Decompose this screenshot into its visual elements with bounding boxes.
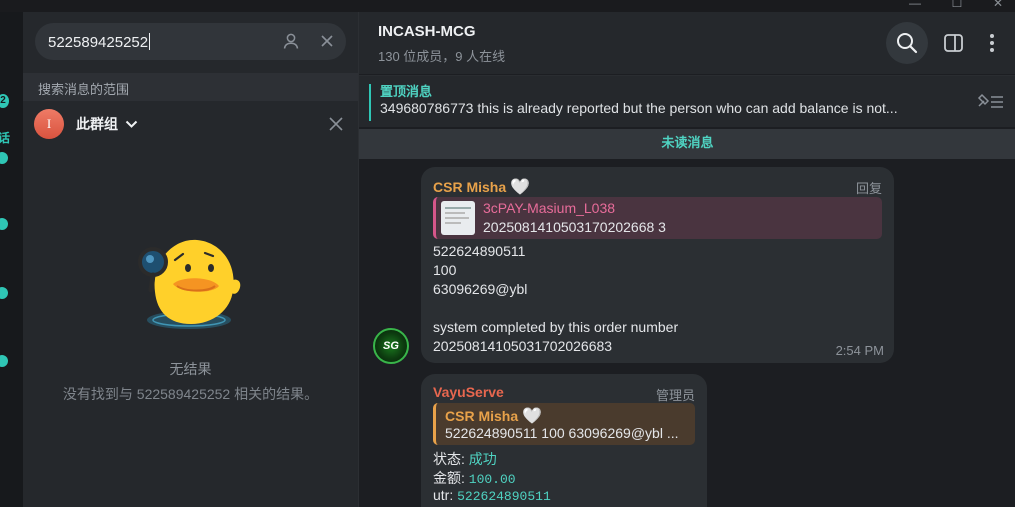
chat-list-strip: 2 话: [0, 12, 23, 507]
more-vertical-icon: [990, 34, 994, 52]
message-bubble[interactable]: CSR Misha 🤍 回复 3cPAY-Masium_L038 2025081…: [421, 167, 894, 363]
message-sender[interactable]: VayuServe: [433, 384, 504, 400]
message-line: 20250814105031702026683: [433, 338, 613, 354]
amount-value[interactable]: 100.00: [469, 472, 516, 487]
chat-badge-2[interactable]: [0, 218, 8, 230]
search-scope-label: 搜索消息的范围: [38, 82, 130, 97]
utr-value[interactable]: 522624890511: [457, 489, 551, 504]
sidebar-icon: [944, 34, 963, 52]
sender-avatar[interactable]: SG: [373, 328, 409, 364]
message-line: 63096269@ybl: [433, 281, 528, 297]
window-titlebar: — ☐ ✕: [0, 0, 1015, 12]
quoted-reply[interactable]: 3cPAY-Masium_L038 2025081410503170202668…: [433, 197, 882, 239]
chat-badge-4[interactable]: [0, 355, 8, 367]
search-icon: [897, 33, 918, 54]
chevron-down-icon: [125, 120, 138, 128]
pinned-title: 置顶消息: [380, 84, 433, 99]
white-heart-icon: 🤍: [510, 179, 530, 196]
unread-divider: 未读消息: [359, 129, 1015, 159]
close-window-button[interactable]: ✕: [983, 0, 1013, 10]
pinned-text: 349680786773 this is already reported bu…: [380, 100, 898, 116]
group-title: INCASH-MCG: [378, 23, 476, 40]
minimize-button[interactable]: —: [900, 0, 930, 10]
quote-sender: CSR Misha: [445, 408, 519, 424]
chat-area: INCASH-MCG 130 位成员，9 人在线 置顶消息 3496807867…: [358, 12, 1015, 507]
pinned-indicator: [369, 84, 371, 121]
group-avatar: I: [34, 109, 64, 139]
active-chat-text[interactable]: 话: [0, 129, 10, 146]
status-label: 状态:: [433, 451, 465, 467]
member-count: 130 位成员，9 人在线: [378, 49, 506, 64]
message-bubble[interactable]: VayuServe 管理员 CSR Misha 🤍 522624890511 1…: [421, 374, 707, 507]
scope-chat-label: 此群组: [76, 116, 118, 132]
admin-label: 管理员: [655, 388, 695, 403]
utr-label: utr:: [433, 487, 454, 503]
quoted-reply[interactable]: CSR Misha 🤍 522624890511 100 63096269@yb…: [433, 403, 695, 445]
search-input[interactable]: 522589425252: [35, 23, 346, 60]
no-results-title: 无结果: [169, 361, 212, 377]
search-button[interactable]: [886, 22, 928, 64]
message-sender: CSR Misha: [433, 179, 507, 195]
user-filter-icon[interactable]: [282, 32, 300, 55]
message-line: 100: [433, 262, 457, 278]
no-results-description: 没有找到与 522589425252 相关的结果。: [62, 386, 319, 402]
clear-search-icon[interactable]: [319, 33, 335, 54]
pinned-list-icon[interactable]: [975, 91, 1005, 116]
chat-badge-3[interactable]: [0, 287, 8, 299]
quote-title: 3cPAY-Masium_L038: [483, 200, 616, 216]
duck-magnifier-icon: [138, 239, 241, 329]
message-line: system completed by this order number: [433, 319, 679, 335]
text-caret: [149, 33, 151, 50]
quote-text: 2025081410503170202668 3: [483, 219, 666, 235]
amount-label: 金额:: [433, 470, 465, 486]
maximize-button[interactable]: ☐: [942, 0, 972, 10]
quote-text: 522624890511 100 63096269@ybl ...: [445, 425, 679, 441]
white-heart-icon: 🤍: [522, 408, 542, 425]
pinned-message[interactable]: 置顶消息 349680786773 this is already report…: [359, 75, 1015, 127]
close-scope-icon[interactable]: [328, 116, 344, 137]
more-menu-button[interactable]: [971, 22, 1013, 64]
search-scope-chat[interactable]: I 此群组: [23, 107, 358, 141]
search-panel: 522589425252 搜索消息的范围 I 此群组 无结果 没有找到与 522…: [23, 12, 358, 507]
status-value: 成功: [468, 451, 497, 467]
quote-thumbnail: [441, 201, 475, 235]
message-time: 2:54 PM: [835, 343, 884, 358]
search-query: 522589425252: [48, 34, 149, 51]
sidebar-toggle-button[interactable]: [932, 22, 974, 64]
search-scope-bar: 搜索消息的范围: [23, 73, 358, 101]
message-line: 522624890511: [433, 243, 526, 259]
chat-badge-1[interactable]: [0, 152, 8, 164]
unread-badge: 2: [0, 94, 9, 108]
chat-header[interactable]: INCASH-MCG 130 位成员，9 人在线: [359, 12, 1015, 74]
reply-label[interactable]: 回复: [856, 178, 882, 197]
